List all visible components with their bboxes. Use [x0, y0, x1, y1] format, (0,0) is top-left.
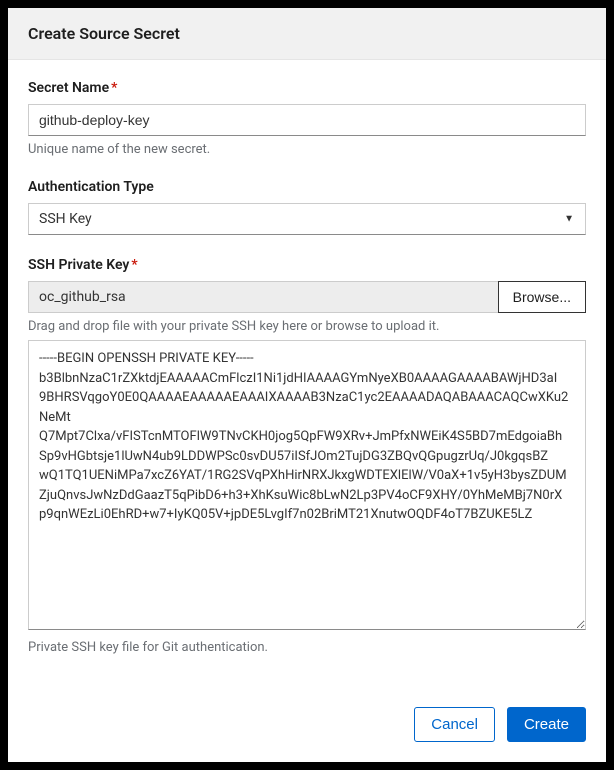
secret-name-input[interactable] — [28, 104, 586, 136]
file-drop-help: Drag and drop file with your private SSH… — [28, 319, 586, 334]
required-indicator: * — [111, 80, 117, 96]
modal-body: Secret Name* Unique name of the new secr… — [8, 60, 606, 691]
modal-header: Create Source Secret — [8, 8, 606, 60]
auth-type-label: Authentication Type — [28, 179, 586, 195]
ssh-key-label: SSH Private Key* — [28, 257, 586, 273]
create-button[interactable]: Create — [507, 707, 586, 742]
modal-title: Create Source Secret — [28, 24, 586, 43]
required-indicator: * — [131, 257, 137, 273]
cancel-button[interactable]: Cancel — [414, 707, 495, 742]
secret-name-group: Secret Name* Unique name of the new secr… — [28, 80, 586, 157]
auth-type-select[interactable]: SSH Key — [28, 203, 586, 235]
browse-button[interactable]: Browse... — [498, 281, 586, 313]
ssh-key-group: SSH Private Key* oc_github_rsa Browse...… — [28, 257, 586, 655]
create-source-secret-modal: Create Source Secret Secret Name* Unique… — [8, 8, 606, 762]
file-name-display: oc_github_rsa — [28, 281, 498, 313]
secret-name-label: Secret Name* — [28, 80, 586, 96]
ssh-key-textarea[interactable] — [28, 340, 586, 630]
modal-footer: Cancel Create — [8, 691, 606, 762]
file-input-row: oc_github_rsa Browse... — [28, 281, 586, 313]
auth-type-group: Authentication Type SSH Key ▼ — [28, 179, 586, 235]
secret-name-help: Unique name of the new secret. — [28, 142, 586, 157]
ssh-key-help: Private SSH key file for Git authenticat… — [28, 640, 586, 655]
